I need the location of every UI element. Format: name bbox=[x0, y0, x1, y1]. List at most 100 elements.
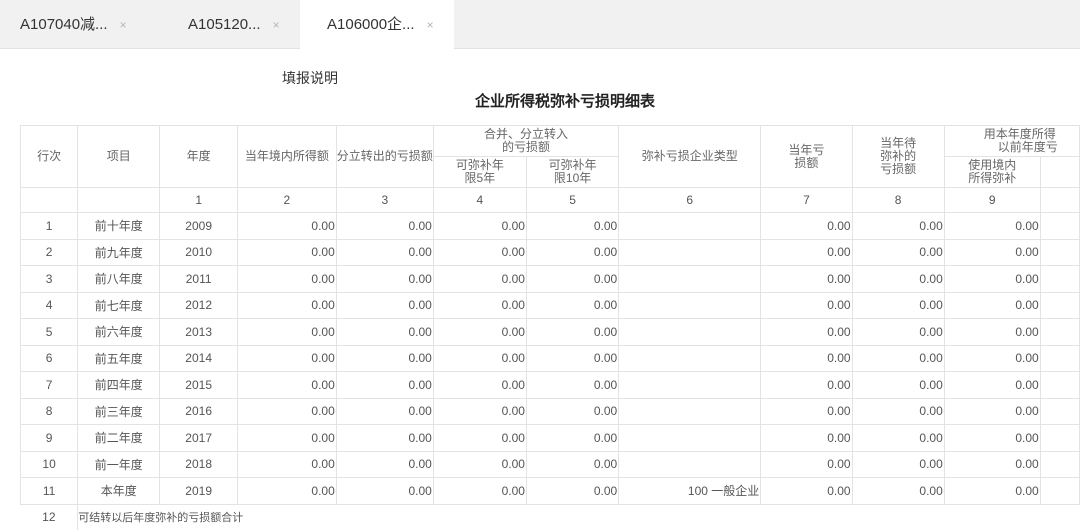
cell-income[interactable]: 0.00 bbox=[236, 212, 337, 240]
close-icon[interactable]: × bbox=[427, 18, 434, 32]
cell-merge-10yr[interactable]: 0.00 bbox=[525, 318, 620, 346]
cell-pending-loss[interactable]: 0.00 bbox=[851, 424, 945, 452]
cell-split-loss[interactable]: 0.00 bbox=[335, 318, 434, 346]
cell-enterprise-type[interactable] bbox=[618, 424, 762, 452]
cell-domestic-offset[interactable]: 0.00 bbox=[943, 397, 1041, 425]
cell-domestic-offset[interactable]: 0.00 bbox=[943, 450, 1041, 478]
cell-merge-5yr[interactable]: 0.00 bbox=[432, 318, 527, 346]
cell-current-loss[interactable]: 0.00 bbox=[760, 450, 853, 478]
cell-income[interactable]: 0.00 bbox=[236, 397, 337, 425]
close-icon[interactable]: × bbox=[120, 18, 127, 32]
cell-extra[interactable] bbox=[1039, 424, 1080, 452]
cell-split-loss[interactable]: 0.00 bbox=[335, 477, 434, 505]
cell-enterprise-type[interactable] bbox=[618, 344, 762, 372]
cell-domestic-offset[interactable]: 0.00 bbox=[943, 291, 1041, 319]
cell-split-loss[interactable]: 0.00 bbox=[335, 424, 434, 452]
cell-enterprise-type[interactable] bbox=[618, 238, 762, 266]
cell-merge-10yr[interactable]: 0.00 bbox=[525, 265, 620, 293]
cell-extra[interactable] bbox=[1039, 371, 1080, 399]
cell-enterprise-type[interactable] bbox=[618, 291, 762, 319]
cell-merge-5yr[interactable]: 0.00 bbox=[432, 212, 527, 240]
cell-enterprise-type[interactable]: 100 一般企业 bbox=[618, 477, 762, 505]
cell-pending-loss[interactable]: 0.00 bbox=[851, 265, 945, 293]
close-icon[interactable]: × bbox=[273, 18, 280, 32]
cell-income[interactable]: 0.00 bbox=[236, 344, 337, 372]
cell-enterprise-type[interactable] bbox=[618, 212, 762, 240]
cell-income[interactable]: 0.00 bbox=[236, 477, 337, 505]
cell-extra[interactable] bbox=[1039, 318, 1080, 346]
cell-domestic-offset[interactable]: 0.00 bbox=[943, 318, 1041, 346]
cell-extra[interactable] bbox=[1039, 450, 1080, 478]
cell-enterprise-type[interactable] bbox=[618, 318, 762, 346]
cell-pending-loss[interactable]: 0.00 bbox=[851, 212, 945, 240]
cell-merge-10yr[interactable]: 0.00 bbox=[525, 424, 620, 452]
tab-a106000[interactable]: A106000企... × bbox=[300, 0, 454, 49]
cell-split-loss[interactable]: 0.00 bbox=[335, 212, 434, 240]
cell-merge-5yr[interactable]: 0.00 bbox=[432, 450, 527, 478]
cell-merge-5yr[interactable]: 0.00 bbox=[432, 477, 527, 505]
cell-domestic-offset[interactable]: 0.00 bbox=[943, 477, 1041, 505]
cell-split-loss[interactable]: 0.00 bbox=[335, 397, 434, 425]
cell-current-loss[interactable]: 0.00 bbox=[760, 371, 853, 399]
cell-enterprise-type[interactable] bbox=[618, 371, 762, 399]
cell-extra[interactable] bbox=[1039, 397, 1080, 425]
cell-domestic-offset[interactable]: 0.00 bbox=[943, 371, 1041, 399]
cell-split-loss[interactable]: 0.00 bbox=[335, 265, 434, 293]
cell-current-loss[interactable]: 0.00 bbox=[760, 477, 853, 505]
cell-pending-loss[interactable]: 0.00 bbox=[851, 238, 945, 266]
cell-current-loss[interactable]: 0.00 bbox=[760, 238, 853, 266]
cell-enterprise-type[interactable] bbox=[618, 265, 762, 293]
cell-current-loss[interactable]: 0.00 bbox=[760, 265, 853, 293]
cell-merge-5yr[interactable]: 0.00 bbox=[432, 344, 527, 372]
cell-split-loss[interactable]: 0.00 bbox=[335, 371, 434, 399]
cell-extra[interactable] bbox=[1039, 291, 1080, 319]
cell-current-loss[interactable]: 0.00 bbox=[760, 424, 853, 452]
cell-merge-5yr[interactable]: 0.00 bbox=[432, 371, 527, 399]
cell-enterprise-type[interactable] bbox=[618, 450, 762, 478]
cell-current-loss[interactable]: 0.00 bbox=[760, 212, 853, 240]
cell-pending-loss[interactable]: 0.00 bbox=[851, 344, 945, 372]
tab-a107040[interactable]: A107040减... × bbox=[0, 0, 158, 48]
cell-pending-loss[interactable]: 0.00 bbox=[851, 397, 945, 425]
cell-merge-10yr[interactable]: 0.00 bbox=[525, 238, 620, 266]
cell-income[interactable]: 0.00 bbox=[236, 291, 337, 319]
cell-merge-10yr[interactable]: 0.00 bbox=[525, 371, 620, 399]
cell-pending-loss[interactable]: 0.00 bbox=[851, 371, 945, 399]
cell-domestic-offset[interactable]: 0.00 bbox=[943, 212, 1041, 240]
cell-enterprise-type[interactable] bbox=[618, 397, 762, 425]
cell-merge-5yr[interactable]: 0.00 bbox=[432, 397, 527, 425]
cell-income[interactable]: 0.00 bbox=[236, 450, 337, 478]
cell-pending-loss[interactable]: 0.00 bbox=[851, 291, 945, 319]
cell-merge-10yr[interactable]: 0.00 bbox=[525, 450, 620, 478]
cell-income[interactable]: 0.00 bbox=[236, 424, 337, 452]
cell-current-loss[interactable]: 0.00 bbox=[760, 318, 853, 346]
cell-merge-5yr[interactable]: 0.00 bbox=[432, 424, 527, 452]
cell-domestic-offset[interactable]: 0.00 bbox=[943, 265, 1041, 293]
cell-merge-10yr[interactable]: 0.00 bbox=[525, 344, 620, 372]
cell-merge-5yr[interactable]: 0.00 bbox=[432, 238, 527, 266]
cell-current-loss[interactable]: 0.00 bbox=[760, 344, 853, 372]
cell-pending-loss[interactable]: 0.00 bbox=[851, 450, 945, 478]
cell-income[interactable]: 0.00 bbox=[236, 238, 337, 266]
cell-income[interactable]: 0.00 bbox=[236, 318, 337, 346]
cell-domestic-offset[interactable]: 0.00 bbox=[943, 344, 1041, 372]
tab-a105120[interactable]: A105120... × bbox=[158, 0, 300, 48]
cell-merge-10yr[interactable]: 0.00 bbox=[525, 212, 620, 240]
cell-extra[interactable] bbox=[1039, 477, 1080, 505]
cell-split-loss[interactable]: 0.00 bbox=[335, 450, 434, 478]
cell-pending-loss[interactable]: 0.00 bbox=[851, 477, 945, 505]
cell-merge-10yr[interactable]: 0.00 bbox=[525, 397, 620, 425]
cell-split-loss[interactable]: 0.00 bbox=[335, 344, 434, 372]
cell-merge-5yr[interactable]: 0.00 bbox=[432, 265, 527, 293]
cell-current-loss[interactable]: 0.00 bbox=[760, 397, 853, 425]
cell-split-loss[interactable]: 0.00 bbox=[335, 291, 434, 319]
cell-extra[interactable] bbox=[1039, 212, 1080, 240]
instructions-link[interactable]: 填报说明 bbox=[282, 68, 338, 88]
cell-income[interactable]: 0.00 bbox=[236, 265, 337, 293]
cell-merge-10yr[interactable]: 0.00 bbox=[525, 477, 620, 505]
cell-income[interactable]: 0.00 bbox=[236, 371, 337, 399]
cell-extra[interactable] bbox=[1039, 344, 1080, 372]
cell-extra[interactable] bbox=[1039, 238, 1080, 266]
cell-domestic-offset[interactable]: 0.00 bbox=[943, 238, 1041, 266]
cell-current-loss[interactable]: 0.00 bbox=[760, 291, 853, 319]
